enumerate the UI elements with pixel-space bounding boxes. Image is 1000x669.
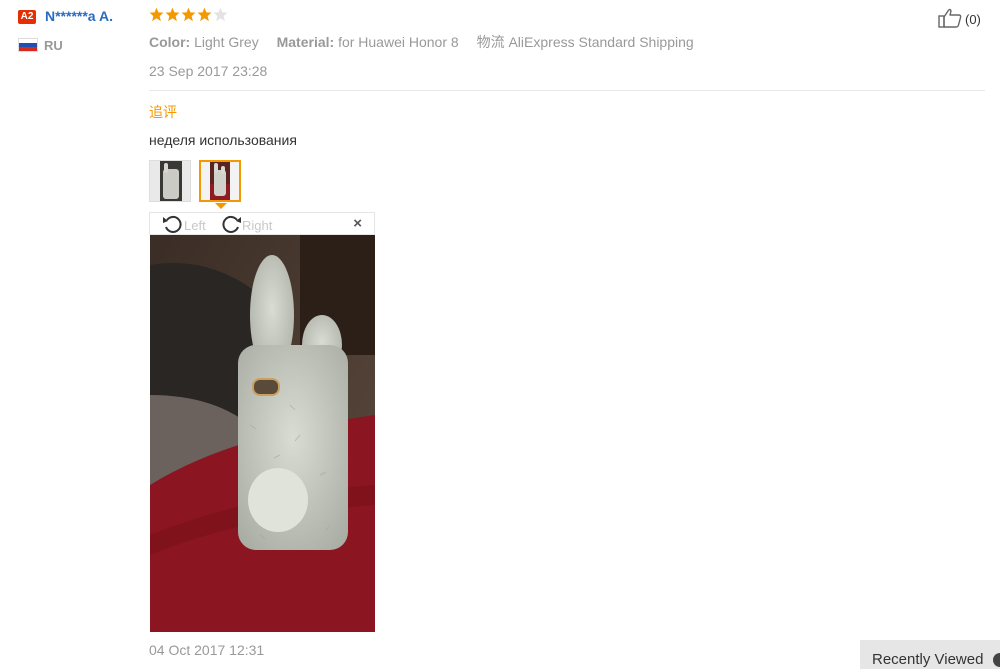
photo-thumbnail-1[interactable] (149, 160, 191, 202)
close-viewer-button[interactable]: × (353, 215, 362, 232)
followup-date: 04 Oct 2017 12:31 (149, 642, 265, 658)
recently-viewed-label: Recently Viewed (872, 651, 984, 668)
recently-viewed-tab[interactable]: Recently Viewed (860, 640, 1000, 669)
followup-label: 追评 (149, 104, 177, 120)
rotate-right-button[interactable]: Right (220, 214, 272, 237)
star-empty-icon (213, 7, 228, 22)
divider (149, 90, 985, 91)
order-attributes: Color: Light Grey Material: for Huawei H… (149, 32, 694, 52)
material-value: for Huawei Honor 8 (338, 34, 459, 50)
rotate-right-icon (220, 214, 242, 237)
rating-stars (149, 7, 228, 25)
material-key: Material: (276, 34, 335, 50)
star-filled-icon (149, 7, 164, 22)
review-date: 23 Sep 2017 23:28 (149, 63, 268, 79)
rotate-right-label: Right (242, 218, 273, 233)
thumbs-up-icon (938, 8, 962, 31)
star-filled-icon (197, 7, 212, 22)
rotate-left-icon (162, 214, 184, 237)
shipping-value: AliExpress Standard Shipping (508, 34, 694, 50)
expand-icon (993, 653, 1000, 667)
color-key: Color: (149, 34, 191, 50)
followup-text: неделя использования (149, 132, 297, 148)
country-code: RU (44, 38, 63, 53)
helpful-button[interactable]: (0) (938, 8, 981, 31)
shipping-key: 物流 (476, 34, 505, 50)
country-flag-icon (18, 38, 38, 52)
reviewer-name: N******a A. (45, 8, 113, 24)
color-value: Light Grey (194, 34, 259, 50)
photo-thumbnail-2[interactable] (199, 160, 241, 202)
review-photo-enlarged (150, 235, 375, 632)
rotate-left-button[interactable]: Left (162, 214, 206, 237)
photo-viewer-toolbar: Left Right × (149, 212, 375, 235)
helpful-count: (0) (965, 12, 981, 27)
buyer-level-badge: A2 (18, 10, 36, 24)
selected-thumbnail-arrow (215, 203, 227, 209)
star-filled-icon (181, 7, 196, 22)
rotate-left-label: Left (184, 218, 206, 233)
star-filled-icon (165, 7, 180, 22)
